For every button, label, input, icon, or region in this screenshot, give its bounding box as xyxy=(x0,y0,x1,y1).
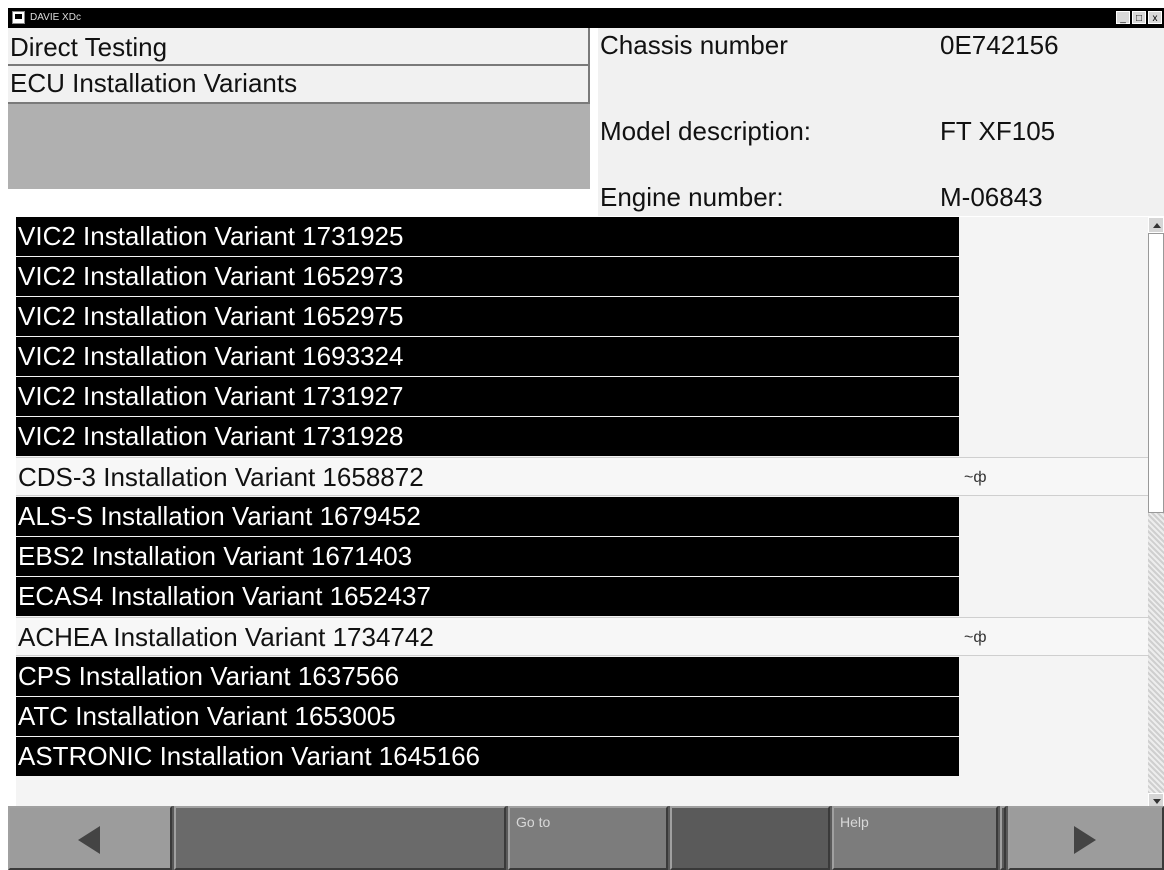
application-window: DAVIE XDc _ □ x Direct Testing ECU Insta… xyxy=(8,8,1164,870)
app-icon xyxy=(12,11,25,24)
window-title: DAVIE XDc xyxy=(30,12,81,23)
toolbar-divider xyxy=(1000,806,1006,870)
back-button[interactable] xyxy=(8,806,172,870)
chassis-label: Chassis number xyxy=(600,30,788,60)
empty-breadcrumb-slot xyxy=(8,104,590,189)
list-item-label: EBS2 Installation Variant 1671403 xyxy=(18,541,413,571)
engine-value: M-06843 xyxy=(940,182,1043,212)
list-item-label: ATC Installation Variant 1653005 xyxy=(18,701,396,731)
list-item-label: VIC2 Installation Variant 1731927 xyxy=(18,381,404,411)
list-item[interactable]: VIC2 Installation Variant 1731928 xyxy=(16,417,959,456)
list-item[interactable]: ATC Installation Variant 1653005 xyxy=(16,697,959,736)
goto-button[interactable]: Go to xyxy=(508,806,668,870)
installation-variant-list: VIC2 Installation Variant 1731925 VIC2 In… xyxy=(16,217,1156,809)
list-item-label: VIC2 Installation Variant 1652975 xyxy=(18,301,404,331)
navigation-panel: Direct Testing ECU Installation Variants xyxy=(8,28,598,216)
list-item-label: ECAS4 Installation Variant 1652437 xyxy=(18,581,431,611)
breadcrumb-direct-testing[interactable]: Direct Testing xyxy=(8,28,590,66)
list-item[interactable]: CDS-3 Installation Variant 1658872 ~ф xyxy=(16,457,1148,496)
list-item[interactable]: EBS2 Installation Variant 1671403 xyxy=(16,537,959,576)
list-item[interactable]: ECAS4 Installation Variant 1652437 xyxy=(16,577,959,616)
list-item-label: ASTRONIC Installation Variant 1645166 xyxy=(18,741,480,771)
list-item-label: ALS-S Installation Variant 1679452 xyxy=(18,501,421,531)
list-item[interactable]: ASTRONIC Installation Variant 1645166 xyxy=(16,737,959,776)
vehicle-info-panel: Chassis number 0E742156 Model descriptio… xyxy=(598,28,1164,216)
maximize-button[interactable]: □ xyxy=(1132,11,1146,24)
status-flag-icon: ~ф xyxy=(964,469,987,486)
arrow-right-icon xyxy=(1074,826,1096,854)
model-value: FT XF105 xyxy=(940,116,1056,146)
scroll-track[interactable] xyxy=(1148,513,1164,793)
bottom-toolbar: Go to Help xyxy=(8,806,1164,870)
breadcrumb-ecu-installation-variants[interactable]: ECU Installation Variants xyxy=(8,66,590,104)
status-flag-icon: ~ф xyxy=(964,629,987,646)
list-item[interactable]: VIC2 Installation Variant 1731925 xyxy=(16,217,959,256)
minimize-button[interactable]: _ xyxy=(1116,11,1130,24)
help-label: Help xyxy=(840,814,869,830)
title-bar: DAVIE XDc _ □ x xyxy=(8,8,1164,28)
scrollbar[interactable] xyxy=(1148,217,1164,809)
model-label: Model description: xyxy=(600,116,811,146)
list-item-label: ACHEA Installation Variant 1734742 xyxy=(18,622,434,652)
list-item-label: CPS Installation Variant 1637566 xyxy=(18,661,400,691)
scroll-up-icon[interactable] xyxy=(1148,217,1164,233)
goto-label: Go to xyxy=(516,814,551,830)
help-button[interactable]: Help xyxy=(832,806,998,870)
list-item[interactable]: VIC2 Installation Variant 1652975 xyxy=(16,297,959,336)
engine-row: Engine number: M-06843 xyxy=(598,182,1164,222)
chassis-row: Chassis number 0E742156 xyxy=(598,30,1164,70)
chassis-value: 0E742156 xyxy=(940,30,1059,60)
list-item[interactable]: ALS-S Installation Variant 1679452 xyxy=(16,497,959,536)
list-item[interactable]: ACHEA Installation Variant 1734742 ~ф xyxy=(16,617,1148,656)
model-row: Model description: FT XF105 xyxy=(598,116,1164,156)
list-item[interactable]: VIC2 Installation Variant 1652973 xyxy=(16,257,959,296)
list-item-label: VIC2 Installation Variant 1652973 xyxy=(18,261,404,291)
scroll-thumb[interactable] xyxy=(1148,233,1164,513)
forward-button[interactable] xyxy=(1008,806,1164,870)
list-item[interactable]: VIC2 Installation Variant 1693324 xyxy=(16,337,959,376)
empty-toolbar-button xyxy=(670,806,830,870)
list-item[interactable]: CPS Installation Variant 1637566 xyxy=(16,657,959,696)
empty-toolbar-button xyxy=(174,806,506,870)
list-item-label: CDS-3 Installation Variant 1658872 xyxy=(18,462,424,492)
list-item-label: VIC2 Installation Variant 1731925 xyxy=(18,221,404,251)
close-button[interactable]: x xyxy=(1148,11,1162,24)
engine-label: Engine number: xyxy=(600,182,784,212)
list-item[interactable]: VIC2 Installation Variant 1731927 xyxy=(16,377,959,416)
list-item-label: VIC2 Installation Variant 1693324 xyxy=(18,341,404,371)
list-item-label: VIC2 Installation Variant 1731928 xyxy=(18,421,404,451)
arrow-left-icon xyxy=(78,826,100,854)
